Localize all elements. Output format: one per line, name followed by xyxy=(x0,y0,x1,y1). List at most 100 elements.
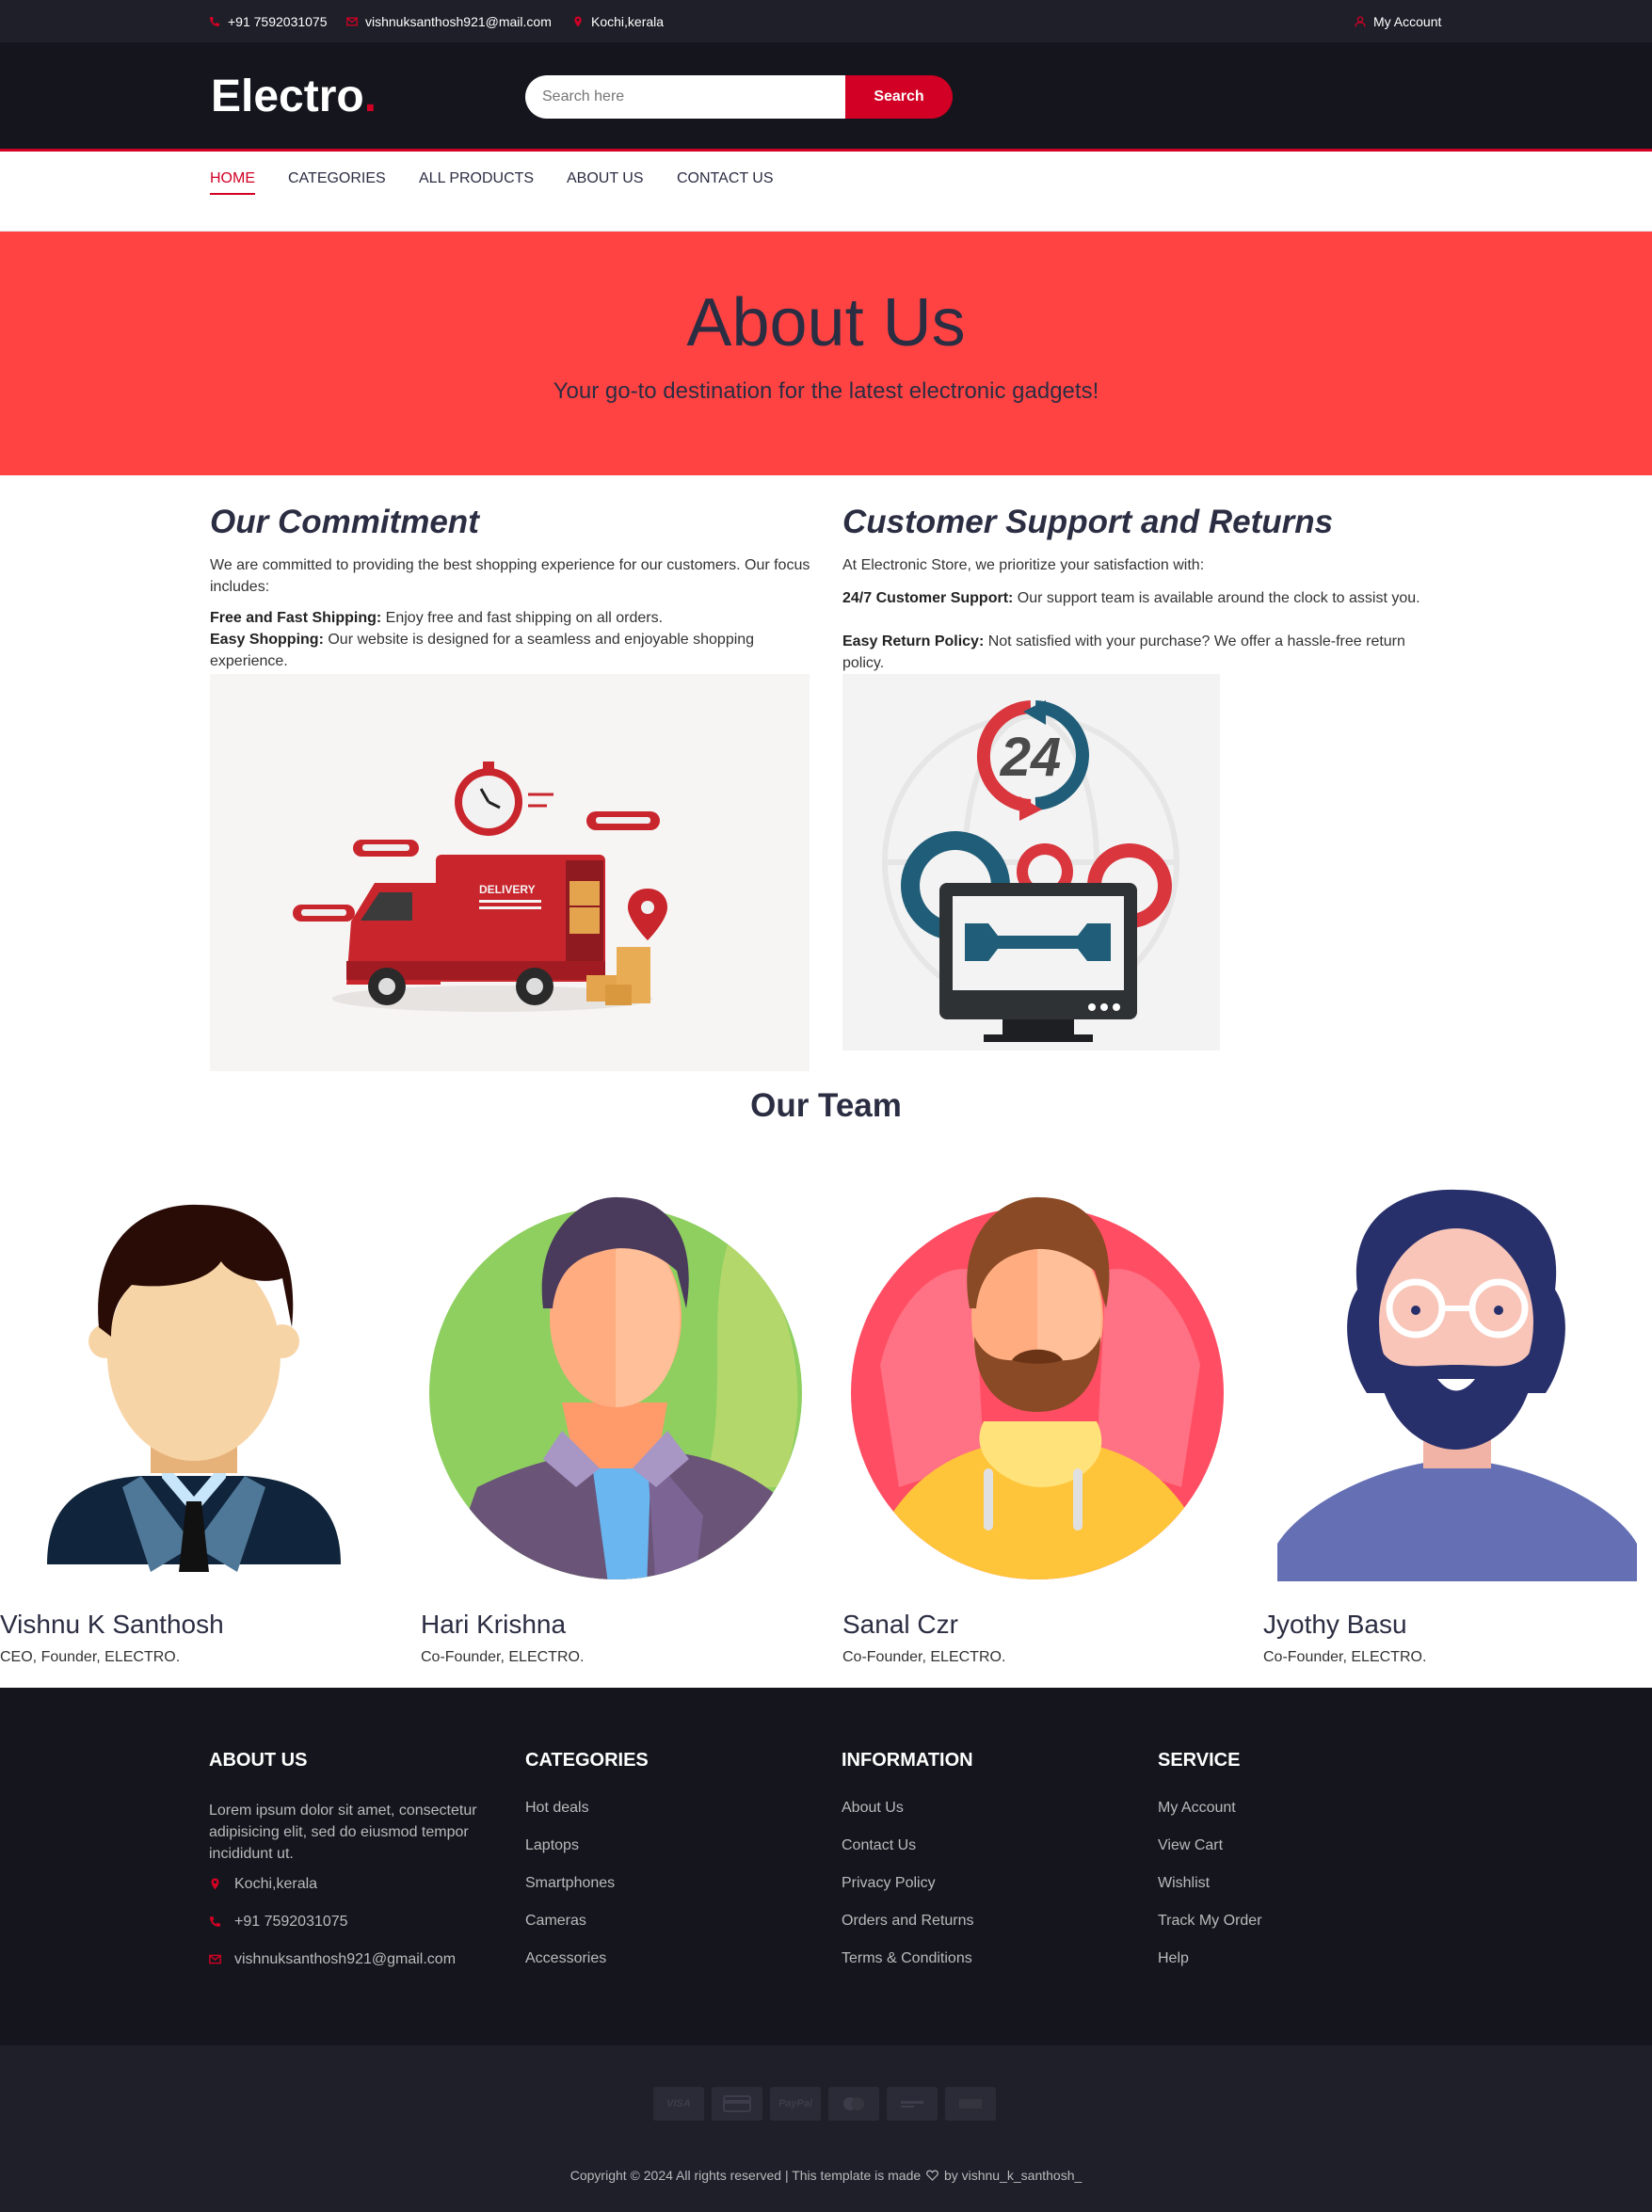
footer-location-text: Kochi,kerala xyxy=(234,1876,318,1892)
delivery-image: DELIVERY xyxy=(210,674,810,1071)
footer-service-title: SERVICE xyxy=(1158,1750,1241,1771)
footer-link[interactable]: Privacy Policy xyxy=(842,1875,1124,1913)
footer-categories: CATEGORIES Hot deals Laptops Smartphones… xyxy=(525,1750,808,1988)
paypal-icon: PayPal xyxy=(770,2087,821,2121)
topbar-email-text: vishnuksanthosh921@mail.com xyxy=(365,14,552,29)
support-24-illustration: 24 xyxy=(882,700,1179,1042)
footer-about-text: Lorem ipsum dolor sit amet, consectetur … xyxy=(209,1803,477,1862)
footer-link[interactable]: About Us xyxy=(842,1800,1124,1837)
topbar-email[interactable]: vishnuksanthosh921@mail.com xyxy=(346,14,552,29)
footer-link[interactable]: Contact Us xyxy=(842,1837,1124,1875)
support-point-24-7: 24/7 Customer Support: Our support team … xyxy=(842,587,1445,609)
member-name: Hari Krishna xyxy=(421,1610,567,1639)
hero-banner: About Us Your go-to destination for the … xyxy=(0,232,1652,475)
footer-link[interactable]: Cameras xyxy=(525,1913,808,1950)
shopping-label: Easy Shopping: xyxy=(210,632,324,648)
footer-about-title: ABOUT US xyxy=(209,1750,308,1771)
footer-link[interactable]: View Cart xyxy=(1158,1837,1440,1875)
search-input[interactable] xyxy=(525,75,845,119)
copyright-prefix: Copyright © 2024 All rights reserved | T… xyxy=(569,2168,922,2183)
footer-email-text: vishnuksanthosh921@gmail.com xyxy=(234,1951,457,1967)
shipping-text: Enjoy free and fast shipping on all orde… xyxy=(381,610,664,626)
avatar xyxy=(1277,1189,1637,1581)
footer-information: INFORMATION About Us Contact Us Privacy … xyxy=(842,1750,1124,1988)
footer-link[interactable]: Wishlist xyxy=(1158,1875,1440,1913)
footer: ABOUT US Lorem ipsum dolor sit amet, con… xyxy=(0,1688,1652,2045)
footer-link[interactable]: Accessories xyxy=(525,1950,808,1988)
copyright: Copyright © 2024 All rights reserved | T… xyxy=(0,2168,1652,2183)
footer-link[interactable]: My Account xyxy=(1158,1800,1440,1837)
support-intro: At Electronic Store, we prioritize your … xyxy=(842,557,1205,573)
footer-link[interactable]: Orders and Returns xyxy=(842,1913,1124,1950)
footer-service: SERVICE My Account View Cart Wishlist Tr… xyxy=(1158,1750,1440,1988)
logo-dot: . xyxy=(363,72,377,121)
map-marker-icon xyxy=(574,16,582,27)
my-account-link[interactable]: My Account xyxy=(1355,14,1441,29)
footer-email[interactable]: vishnuksanthosh921@gmail.com xyxy=(209,1951,491,1989)
footer-link[interactable]: Terms & Conditions xyxy=(842,1950,1124,1988)
footer-information-title: INFORMATION xyxy=(842,1750,973,1771)
credit-card-icon xyxy=(712,2087,762,2121)
map-marker-icon xyxy=(211,1878,219,1890)
main-nav: HOME CATEGORIES ALL PRODUCTS ABOUT US CO… xyxy=(0,152,1652,232)
topbar-location-text: Kochi,kerala xyxy=(591,14,665,29)
nav-item-contact-us[interactable]: CONTACT US xyxy=(677,170,774,193)
search-form: Search xyxy=(525,75,953,119)
footer-link[interactable]: Help xyxy=(1158,1950,1440,1988)
search-button[interactable]: Search xyxy=(845,75,953,119)
nav-item-categories[interactable]: CATEGORIES xyxy=(288,170,386,193)
footer-link[interactable]: Hot deals xyxy=(525,1800,808,1837)
copyright-author: by vishnu_k_santhosh_ xyxy=(943,2168,1083,2183)
support-24-7-text: Our support team is available around the… xyxy=(1013,590,1420,606)
nav-item-all-products[interactable]: ALL PRODUCTS xyxy=(419,170,534,193)
footer-link[interactable]: Track My Order xyxy=(1158,1913,1440,1950)
member-role: Co-Founder, ELECTRO. xyxy=(421,1649,585,1665)
commitment-point-shipping: Free and Fast Shipping: Enjoy free and f… xyxy=(210,607,812,629)
footer-categories-title: CATEGORIES xyxy=(525,1750,649,1771)
support-point-returns: Easy Return Policy: Not satisfied with y… xyxy=(842,631,1445,674)
delivery-truck-illustration: DELIVERY xyxy=(293,761,667,1012)
member-name: Sanal Czr xyxy=(842,1610,958,1639)
commitment-intro: We are committed to providing the best s… xyxy=(210,557,810,595)
envelope-icon xyxy=(209,1954,221,1964)
user-icon xyxy=(1355,16,1366,27)
top-bar: +91 7592031075 vishnuksanthosh921@mail.c… xyxy=(0,0,1652,42)
nav-item-home[interactable]: HOME xyxy=(210,170,255,195)
logo[interactable]: Electro. xyxy=(211,71,377,122)
return-policy-label: Easy Return Policy: xyxy=(842,633,985,649)
topbar-phone-text: +91 7592031075 xyxy=(228,14,328,29)
phone-icon xyxy=(210,17,219,26)
avatar xyxy=(851,1196,1224,1579)
bottom-footer: VISA PayPal Copyright © 2024 All rights … xyxy=(0,2045,1652,2212)
shipping-label: Free and Fast Shipping: xyxy=(210,610,382,626)
member-role: Co-Founder, ELECTRO. xyxy=(1263,1649,1427,1665)
team-title: Our Team xyxy=(750,1087,902,1124)
envelope-icon xyxy=(346,17,358,26)
footer-phone[interactable]: +91 7592031075 xyxy=(209,1914,491,1951)
page: +91 7592031075 vishnuksanthosh921@mail.c… xyxy=(0,0,1652,2212)
card-lines-shape xyxy=(901,2101,923,2108)
footer-link[interactable]: Smartphones xyxy=(525,1875,808,1913)
my-account-text: My Account xyxy=(1373,14,1442,29)
mastercard-circles-shape xyxy=(843,2097,864,2110)
card-stripe-shape xyxy=(723,2095,751,2112)
visa-card-icon: VISA xyxy=(653,2087,704,2121)
header: Electro. Search xyxy=(0,42,1652,152)
nav-item-about-us[interactable]: ABOUT US xyxy=(567,170,644,193)
commitment-point-shopping: Easy Shopping: Our website is designed f… xyxy=(210,629,812,672)
avatar xyxy=(47,1204,341,1572)
footer-location[interactable]: Kochi,kerala xyxy=(209,1876,491,1914)
footer-phone-text: +91 7592031075 xyxy=(234,1914,348,1930)
commitment-section: Our Commitment We are committed to provi… xyxy=(210,504,812,672)
delivery-truck-label: DELIVERY xyxy=(479,883,536,896)
avatar xyxy=(429,1196,802,1579)
footer-link[interactable]: Laptops xyxy=(525,1837,808,1875)
topbar-phone[interactable]: +91 7592031075 xyxy=(209,14,328,29)
support-24-label: 24 xyxy=(1000,727,1062,788)
member-role: CEO, Founder, ELECTRO. xyxy=(0,1649,181,1665)
card-block-shape xyxy=(959,2099,982,2108)
member-role: Co-Founder, ELECTRO. xyxy=(842,1649,1006,1665)
support-section: Customer Support and Returns At Electron… xyxy=(842,504,1445,674)
page-title: About Us xyxy=(686,285,966,361)
topbar-location[interactable]: Kochi,kerala xyxy=(572,14,664,29)
